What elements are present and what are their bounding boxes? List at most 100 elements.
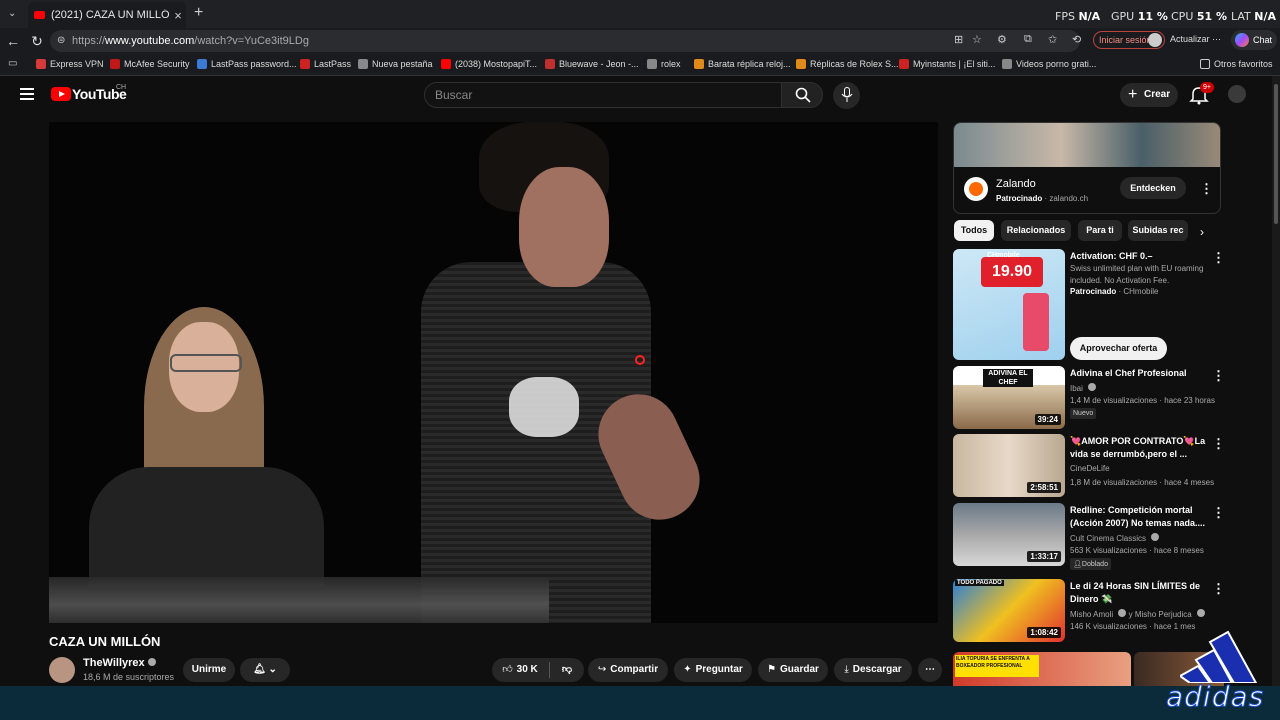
- recommendation-title[interactable]: Le di 24 Horas SIN LÍMITES de Dinero 💸: [1070, 580, 1210, 605]
- tab-close-icon[interactable]: ×: [170, 8, 186, 23]
- lat-label: LAT: [1231, 10, 1251, 23]
- recommendation-channel[interactable]: CineDeLife: [1070, 464, 1110, 473]
- favorite-star-icon[interactable]: ☆: [972, 33, 982, 46]
- bookmark-item[interactable]: Barata réplica reloj...: [694, 59, 791, 69]
- browser-tab-active[interactable]: (2021) CAZA UN MILLÓN - YouTube ×: [28, 2, 186, 28]
- bookmark-item[interactable]: Videos porno grati...: [1002, 59, 1096, 69]
- join-button[interactable]: Unirme: [183, 658, 235, 682]
- folder-icon: [1200, 59, 1210, 69]
- recommendation-title[interactable]: 💘AMOR POR CONTRATO💘La vida se derrumbó,p…: [1070, 435, 1210, 460]
- thumb-overlay-text: TODO PAGADO: [955, 580, 1004, 586]
- url-prefix: https://: [72, 35, 106, 47]
- bookmark-favicon-icon: [647, 59, 657, 69]
- video-player[interactable]: [49, 122, 938, 623]
- recommendation-title[interactable]: Redline: Competición mortal (Acción 2007…: [1070, 504, 1210, 529]
- chip-related[interactable]: Relacionados: [1001, 220, 1071, 241]
- recommendation-more-icon[interactable]: ⋮: [1212, 581, 1225, 597]
- video-duration: 1:08:42: [1027, 627, 1061, 638]
- promo-more-icon[interactable]: ⋮: [1212, 250, 1225, 266]
- tab-title: (2021) CAZA UN MILLÓN - YouTube: [51, 9, 170, 21]
- gpu-readout: GPU 11 %: [1111, 10, 1168, 23]
- create-button[interactable]: + Crear: [1120, 83, 1178, 107]
- search-input[interactable]: Buscar: [424, 82, 782, 108]
- bookmark-item[interactable]: (2038) MostopapiT...: [441, 59, 537, 69]
- recommendation-thumbnail[interactable]: TODO PAGADO 1:08:42: [953, 579, 1065, 642]
- promo-thumbnail[interactable]: 19.90 CHmobile: [953, 249, 1065, 360]
- bookmark-item[interactable]: Myinstants | ¡El siti...: [899, 59, 995, 69]
- app-available-icon[interactable]: ⊞: [954, 33, 963, 46]
- zalando-logo-icon: [964, 177, 988, 201]
- chip-recent-uploads[interactable]: Subidas rec: [1128, 220, 1188, 241]
- bookmark-item[interactable]: Express VPN: [36, 59, 104, 69]
- share-button[interactable]: ↪ Compartir: [588, 658, 668, 682]
- menu-icon[interactable]: [20, 88, 34, 100]
- signin-button[interactable]: Iniciar sesión: [1093, 31, 1165, 49]
- recommendation-channel[interactable]: Cult Cinema Classics: [1070, 533, 1160, 543]
- bookmark-item[interactable]: LastPass password...: [197, 59, 297, 69]
- video-frame-figure: [519, 167, 609, 287]
- reload-icon[interactable]: ↻: [28, 32, 46, 50]
- back-arrow-icon[interactable]: ←: [4, 32, 22, 50]
- account-avatar[interactable]: [1228, 85, 1246, 103]
- new-tab-button[interactable]: +: [194, 4, 203, 22]
- reading-view-icon[interactable]: ▭: [8, 58, 17, 69]
- more-actions-button[interactable]: ⋯: [918, 658, 942, 682]
- recommendation-thumbnail[interactable]: 2:58:51: [953, 434, 1065, 497]
- save-button[interactable]: ⚑ Guardar: [758, 658, 828, 682]
- bookmark-label: rolex: [661, 59, 681, 69]
- youtube-header: YouTube CH Buscar + Crear 9+: [0, 76, 1272, 120]
- subscribe-bell-button[interactable]: 🔔︎ ⌄: [240, 658, 290, 682]
- bookmark-item[interactable]: rolex: [647, 59, 681, 69]
- channel-text: Cult Cinema Classics: [1070, 534, 1147, 543]
- ad-cta-button[interactable]: Entdecken: [1120, 177, 1186, 199]
- bookmark-favicon-icon: [300, 59, 310, 69]
- recommendation-channel[interactable]: Misho Amoli y Misho Perjudica: [1070, 609, 1205, 619]
- ask-button[interactable]: ✦ Preguntar: [674, 658, 752, 682]
- recommendation-title[interactable]: Adivina el Chef Profesional: [1070, 367, 1210, 380]
- address-bar[interactable]: ⊜ https://www.youtube.com/watch?v=YuCe3it…: [50, 30, 1080, 52]
- recommendation-thumbnail[interactable]: 1:33:17: [953, 503, 1065, 566]
- lat-readout: LAT N/A: [1231, 10, 1276, 23]
- download-button[interactable]: ⤓ Descargar: [834, 658, 912, 682]
- channel-avatar[interactable]: [49, 657, 75, 683]
- recommendation-more-icon[interactable]: ⋮: [1212, 505, 1225, 521]
- dislike-button[interactable]: 👎︎: [552, 658, 582, 682]
- split-screen-icon[interactable]: ⧉: [1024, 33, 1032, 46]
- bookmark-item[interactable]: LastPass: [300, 59, 351, 69]
- bookmark-item[interactable]: McAfee Security: [110, 59, 190, 69]
- bookmark-item[interactable]: Nueva pestaña: [358, 59, 433, 69]
- favorites-icon[interactable]: ✩: [1048, 33, 1057, 46]
- plus-icon: +: [1128, 86, 1138, 103]
- chips-next-chevron-icon[interactable]: ›: [1200, 225, 1204, 239]
- tab-list-chevron-icon[interactable]: ⌄: [8, 8, 16, 19]
- site-info-icon[interactable]: ⊜: [57, 30, 65, 52]
- history-icon[interactable]: ⟲: [1072, 33, 1081, 46]
- promo-title[interactable]: Activation: CHF 0.–: [1070, 250, 1210, 263]
- shorts-thumbnail[interactable]: ILIA TOPURIA SE ENFRENTA A BOXEADOR PROF…: [953, 652, 1131, 688]
- chevron-down-icon: ⌄: [268, 664, 277, 675]
- ask-label: Preguntar: [695, 664, 743, 675]
- ad-more-icon[interactable]: ⋮: [1200, 181, 1213, 197]
- recommendation-more-icon[interactable]: ⋮: [1212, 436, 1225, 452]
- channel-name[interactable]: TheWillyrex: [83, 657, 156, 669]
- promo-cta-button[interactable]: Aprovechar oferta: [1070, 337, 1167, 360]
- page-scrollbar[interactable]: [1272, 76, 1280, 686]
- other-favorites[interactable]: Otros favoritos: [1200, 59, 1273, 69]
- channel-text-secondary: y Misho Perjudica: [1128, 610, 1192, 619]
- bookmark-item[interactable]: Réplicas de Rolex S...: [796, 59, 899, 69]
- recommendation-more-icon[interactable]: ⋮: [1212, 368, 1225, 384]
- like-button[interactable]: 👍︎ 30 K: [492, 658, 548, 682]
- search-button[interactable]: [781, 82, 823, 108]
- youtube-logo-icon[interactable]: [51, 87, 71, 101]
- sponsored-ad-card[interactable]: Zalando Patrocinado · zalando.ch Entdeck…: [953, 122, 1221, 214]
- voice-search-button[interactable]: [833, 82, 860, 109]
- extensions-icon[interactable]: ⚙: [997, 33, 1007, 46]
- chip-all[interactable]: Todos: [954, 220, 994, 241]
- update-button[interactable]: Actualizar ⋯: [1170, 34, 1221, 45]
- recommendation-thumbnail[interactable]: ADIVINA EL CHEF 39:24: [953, 366, 1065, 429]
- copilot-chat-button[interactable]: Chat: [1231, 30, 1277, 50]
- recommendation-channel[interactable]: Ibai: [1070, 383, 1097, 393]
- subscriber-count: 18,6 M de suscriptores: [83, 672, 175, 682]
- bookmark-item[interactable]: Bluewave - Jeon -...: [545, 59, 639, 69]
- chip-for-you[interactable]: Para ti: [1078, 220, 1122, 241]
